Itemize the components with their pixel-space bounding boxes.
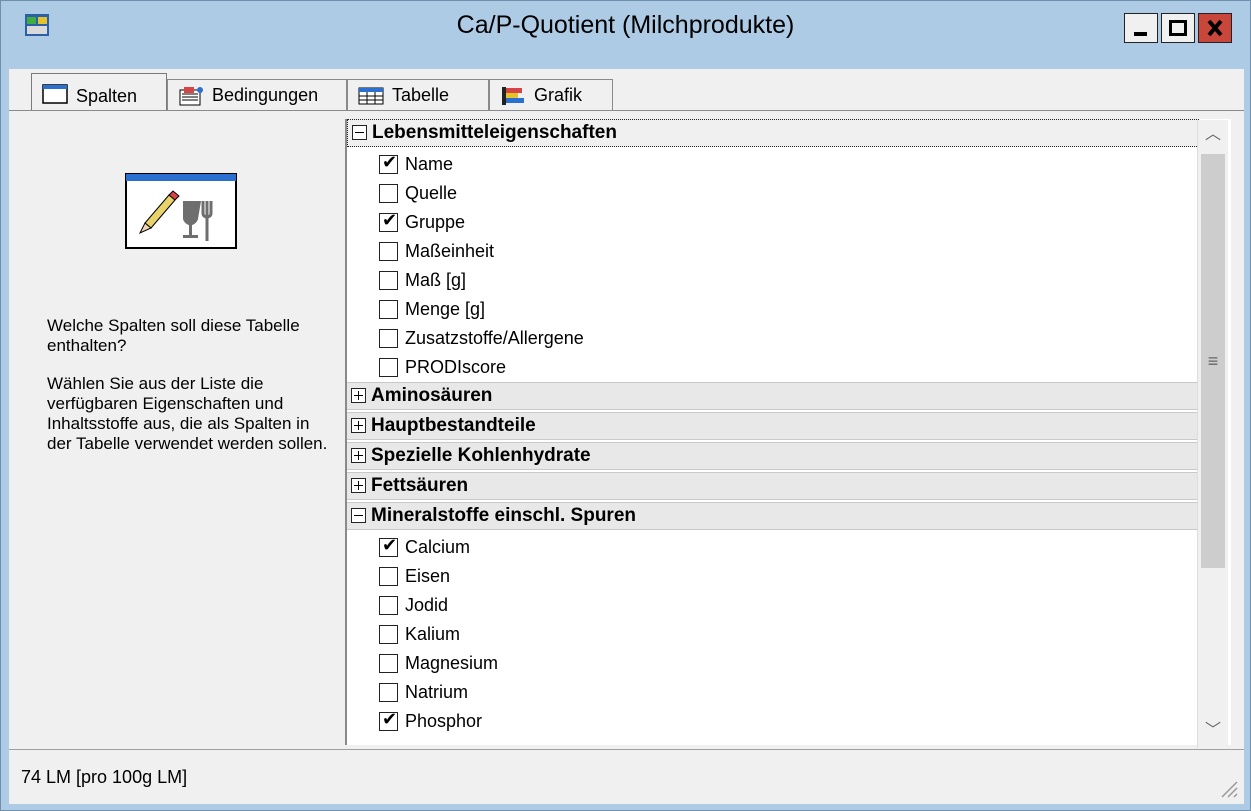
minimize-button[interactable] (1124, 13, 1158, 43)
maximize-button[interactable] (1161, 13, 1195, 43)
checkbox[interactable]: ✔ (379, 709, 398, 731)
item-label: Calcium (405, 537, 471, 557)
item-label: Kalium (405, 624, 461, 644)
tab-grafik[interactable]: Grafik (489, 79, 613, 111)
group-label: Fettsäuren (371, 475, 469, 496)
checkbox[interactable]: ✔ (379, 567, 398, 586)
conditions-icon (179, 87, 203, 106)
checkmark-icon: ✔ (382, 709, 398, 730)
group-label: Mineralstoffe einschl. Spuren (371, 505, 636, 526)
table-icon (358, 87, 384, 105)
item-label: Name (405, 154, 454, 174)
item-label: Maß [g] (405, 270, 467, 290)
checkbox[interactable]: ✔ (379, 596, 398, 615)
item-label: Natrium (405, 682, 469, 702)
chevron-up-icon: ︿ (1204, 126, 1221, 143)
item-label: Gruppe (405, 212, 466, 232)
item-label: Magnesium (405, 653, 499, 673)
item-label: Eisen (405, 566, 451, 586)
close-button[interactable] (1198, 13, 1232, 43)
item-label: Maßeinheit (405, 241, 495, 261)
group-header-aminosaeuren[interactable]: Aminosäuren (347, 382, 1199, 410)
expand-icon[interactable] (351, 418, 366, 433)
checkbox[interactable]: ✔ (379, 184, 398, 203)
item-label: Zusatzstoffe/Allergene (405, 328, 584, 348)
group-header-spezielle-kohlenhydrate[interactable]: Spezielle Kohlenhydrate (347, 442, 1199, 470)
description-panel: Welche Spalten soll diese Tabelle enthal… (9, 111, 345, 751)
group-label: Hauptbestandteile (371, 415, 536, 436)
item-label: Menge [g] (405, 299, 486, 319)
scroll-up-button[interactable]: ︿ (1198, 120, 1228, 150)
maximize-icon (1169, 20, 1187, 36)
close-icon (1207, 19, 1223, 37)
status-text: 74 LM [pro 100g LM] (21, 767, 188, 787)
scroll-down-button[interactable]: ﹀ (1198, 716, 1228, 746)
window-icon (42, 84, 68, 104)
grip-icon: ≡ (1207, 351, 1219, 371)
checkbox[interactable]: ✔ (379, 152, 398, 174)
collapse-icon[interactable] (352, 125, 367, 140)
column-tree-list[interactable]: Lebensmitteleigenschaften ✔Name ✔Quelle … (345, 119, 1231, 745)
columns-question: Welche Spalten soll diese Tabelle enthal… (47, 316, 300, 355)
item-label: PRODIscore (405, 357, 507, 377)
chart-icon (502, 87, 524, 105)
tab-tabelle[interactable]: Tabelle (347, 79, 489, 111)
checkbox[interactable]: ✔ (379, 625, 398, 644)
expand-icon[interactable] (351, 388, 366, 403)
app-window: Ca/P-Quotient (Milchprodukte) Spalten Be… (0, 0, 1251, 811)
client-area: Spalten Bedingungen Tabelle Grafik Welch… (9, 69, 1244, 804)
checkbox[interactable]: ✔ (379, 210, 398, 232)
chevron-down-icon: ﹀ (1204, 722, 1221, 739)
scrollbar-thumb[interactable]: ≡ (1201, 154, 1225, 568)
checkbox[interactable]: ✔ (379, 358, 398, 377)
checkbox[interactable]: ✔ (379, 329, 398, 348)
tab-label: Bedingungen (212, 85, 319, 105)
group-label: Aminosäuren (371, 385, 493, 406)
group-header-fettsaeuren[interactable]: Fettsäuren (347, 472, 1199, 500)
checkmark-icon: ✔ (382, 535, 398, 556)
title-bar[interactable]: Ca/P-Quotient (Milchprodukte) (1, 1, 1250, 53)
item-label: Jodid (405, 595, 449, 615)
checkmark-icon: ✔ (382, 152, 398, 173)
expand-icon[interactable] (351, 448, 366, 463)
item-label: Quelle (405, 183, 458, 203)
checkbox[interactable]: ✔ (379, 683, 398, 702)
group-label: Spezielle Kohlenhydrate (371, 445, 591, 466)
tab-bedingungen[interactable]: Bedingungen (167, 79, 347, 111)
columns-instructions: Wählen Sie aus der Liste die verfügbaren… (47, 374, 328, 453)
collapse-icon[interactable] (351, 508, 366, 523)
checkmark-icon: ✔ (382, 210, 398, 231)
checkbox[interactable]: ✔ (379, 535, 398, 557)
group-header-hauptbestandteile[interactable]: Hauptbestandteile (347, 412, 1199, 440)
resize-grip-icon[interactable] (1216, 776, 1238, 798)
expand-icon[interactable] (351, 478, 366, 493)
group-header-mineralstoffe[interactable]: Mineralstoffe einschl. Spuren (347, 502, 1199, 530)
minimize-icon (1134, 32, 1147, 36)
checkbox[interactable]: ✔ (379, 271, 398, 290)
tab-label: Tabelle (392, 85, 450, 105)
columns-illustration-icon (125, 173, 237, 249)
checkbox[interactable]: ✔ (379, 300, 398, 319)
tab-spalten[interactable]: Spalten (31, 73, 167, 113)
group-header-lebensmitteleigenschaften[interactable]: Lebensmitteleigenschaften (347, 119, 1199, 147)
tab-label: Spalten (76, 86, 138, 106)
checkbox[interactable]: ✔ (379, 654, 398, 673)
tab-label: Grafik (534, 85, 583, 105)
window-title: Ca/P-Quotient (Milchprodukte) (456, 11, 795, 39)
group-label: Lebensmitteleigenschaften (372, 122, 617, 143)
checkbox[interactable]: ✔ (379, 242, 398, 261)
item-label: Phosphor (405, 711, 483, 731)
status-bar: 74 LM [pro 100g LM] (9, 749, 1244, 804)
vertical-scrollbar[interactable]: ︿ ≡ ﹀ (1197, 120, 1228, 748)
